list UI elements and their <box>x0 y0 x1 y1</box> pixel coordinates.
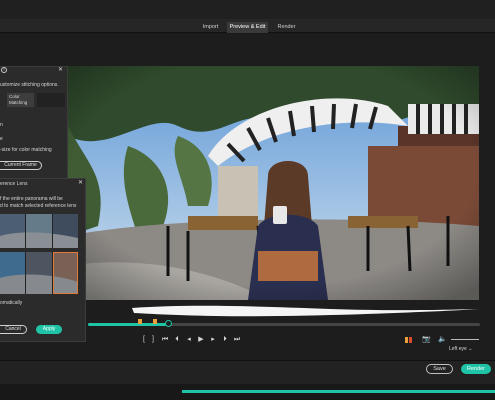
bottom-bar <box>0 360 495 384</box>
apply-button[interactable]: Apply <box>36 325 62 334</box>
mark-out-icon[interactable]: ] <box>148 333 158 347</box>
reference-description: d to match selected reference lens <box>0 203 77 209</box>
marker-out[interactable] <box>153 319 157 324</box>
lens-grid-top <box>0 214 78 248</box>
step-back-icon[interactable]: ◂ <box>184 333 194 347</box>
option-label: e <box>0 136 3 142</box>
help-icon[interactable]: ? <box>1 67 7 73</box>
dialog-intro: ustomize stitching options. <box>0 82 59 88</box>
in-out-indicator <box>405 337 408 343</box>
play-icon[interactable]: ▶ <box>196 333 206 347</box>
close-icon[interactable]: ✕ <box>78 179 83 186</box>
cancel-button[interactable]: Cancel <box>0 325 27 334</box>
out-indicator <box>409 337 412 343</box>
chevron-down-icon: ⌄ <box>468 346 473 352</box>
previous-marker-icon[interactable]: ⏴ <box>172 333 182 347</box>
camera-icon[interactable]: 📷 <box>422 335 431 345</box>
auto-option-label: omatically <box>0 300 23 306</box>
timeline-track[interactable] <box>88 323 480 326</box>
tab-preview-edit[interactable]: Preview & Edit <box>227 22 268 33</box>
volume-icon[interactable]: 🔈 <box>438 335 447 345</box>
render-progress-bar <box>182 390 495 393</box>
highlight-stroke <box>132 305 480 317</box>
tab-color-matching[interactable]: Color Matching <box>7 93 34 107</box>
video-preview[interactable] <box>68 66 479 300</box>
volume-slider[interactable] <box>451 339 479 340</box>
go-to-start-icon[interactable]: ⏮ <box>160 333 170 347</box>
close-icon[interactable]: ✕ <box>58 66 63 73</box>
marker-in[interactable] <box>138 319 142 324</box>
tab-other[interactable] <box>37 93 65 107</box>
selected-lens-thumbnail[interactable] <box>53 252 78 294</box>
panorama-frame <box>68 66 479 300</box>
render-button[interactable]: Render <box>461 364 491 374</box>
reference-description: f the entire panorama will be <box>0 196 63 202</box>
next-marker-icon[interactable]: ⏵ <box>220 333 230 347</box>
option-label: n <box>0 122 3 128</box>
current-frame-button[interactable]: Current Frame <box>0 161 42 170</box>
step-forward-icon[interactable]: ▸ <box>208 333 218 347</box>
tab-import[interactable]: Import <box>196 22 225 33</box>
save-button[interactable]: Save <box>426 364 453 374</box>
title-bar <box>0 0 495 19</box>
tab-render[interactable]: Render <box>271 22 302 33</box>
go-to-end-icon[interactable]: ⏭ <box>232 333 242 347</box>
size-note: -size for color matching <box>0 147 52 153</box>
playhead[interactable] <box>165 320 172 327</box>
reference-lens-title: erence Lens <box>0 181 28 187</box>
view-mode-label: Left eye <box>449 346 467 352</box>
lens-thumbnails <box>0 214 78 248</box>
view-mode-select[interactable]: Left eye ⌄ <box>449 344 472 354</box>
